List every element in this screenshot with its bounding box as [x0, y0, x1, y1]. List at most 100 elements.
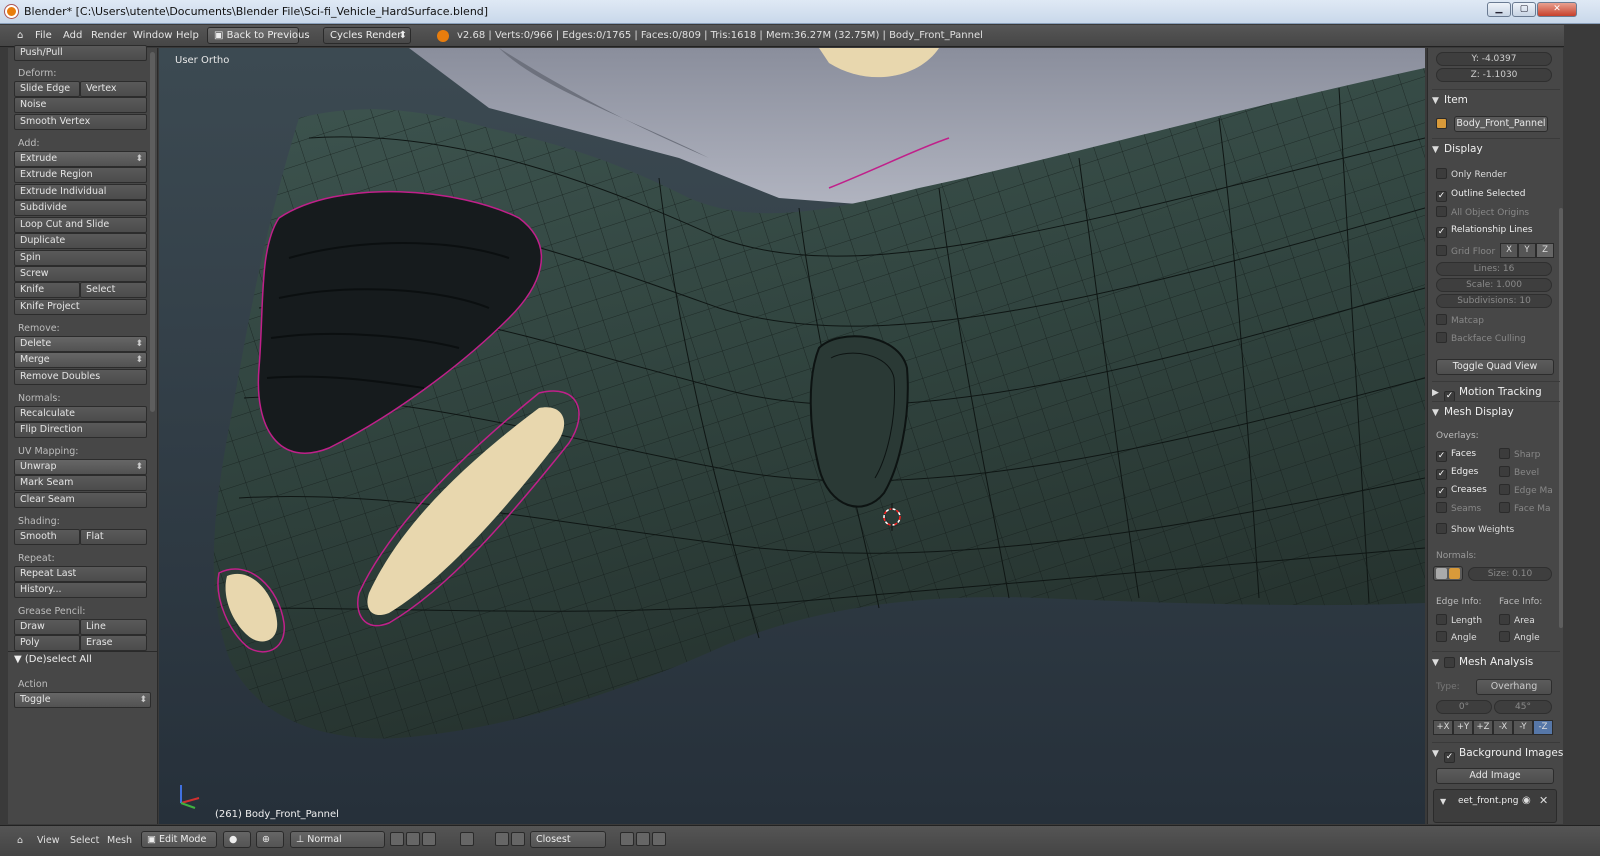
toggle-quad-view-button[interactable]: Toggle Quad View: [1436, 359, 1554, 375]
merge-dropdown[interactable]: Merge: [14, 352, 147, 368]
delete-dropdown[interactable]: Delete: [14, 336, 147, 352]
menu-window[interactable]: Window: [133, 30, 172, 41]
history-button[interactable]: History...: [14, 582, 147, 598]
menu-select[interactable]: Select: [70, 835, 99, 846]
analysis-type-dropdown[interactable]: Overhang: [1476, 679, 1552, 695]
face-angle-checkbox[interactable]: Angle: [1499, 631, 1540, 644]
push-pull-button[interactable]: Push/Pull: [14, 45, 147, 61]
mesh-display-header[interactable]: ▼ Mesh Display: [1432, 401, 1560, 421]
menu-file[interactable]: File: [35, 30, 52, 41]
editor-type-icon[interactable]: ⌂: [17, 30, 23, 41]
axis-plus-z[interactable]: +Z: [1473, 720, 1493, 735]
matcap-checkbox[interactable]: Matcap: [1436, 314, 1484, 327]
overhang-min-field[interactable]: 0°: [1436, 700, 1492, 714]
grid-scale-field[interactable]: Scale: 1.000: [1436, 278, 1552, 292]
backface-culling-checkbox[interactable]: Backface Culling: [1436, 332, 1526, 345]
knife-button[interactable]: Knife: [14, 282, 80, 298]
snap-target-dropdown[interactable]: Closest: [530, 831, 606, 848]
grid-lines-field[interactable]: Lines: 16: [1436, 262, 1552, 276]
object-name-field[interactable]: Body_Front_Pannel: [1454, 116, 1548, 132]
mode-dropdown[interactable]: ▣ Edit Mode: [141, 831, 217, 848]
flip-direction-button[interactable]: Flip Direction: [14, 422, 147, 438]
render-engine-select[interactable]: Cycles Render ⬍: [323, 27, 411, 44]
faces-checkbox[interactable]: ✓ Faces: [1436, 448, 1476, 462]
area-checkbox[interactable]: Area: [1499, 614, 1535, 627]
maximize-icon[interactable]: ▢: [1512, 2, 1536, 17]
face-marks-checkbox[interactable]: Face Ma: [1499, 502, 1551, 515]
close-icon[interactable]: ✕: [1539, 794, 1548, 807]
menu-add[interactable]: Add: [63, 30, 82, 41]
normal-size-field[interactable]: Size: 0.10: [1468, 567, 1552, 581]
background-images-header[interactable]: ▼ ✓ Background Images: [1432, 742, 1563, 763]
menu-help[interactable]: Help: [176, 30, 199, 41]
recalculate-button[interactable]: Recalculate: [14, 406, 147, 422]
all-object-origins-checkbox[interactable]: All Object Origins: [1436, 206, 1529, 219]
eye-icon[interactable]: ◉: [1522, 795, 1531, 806]
remove-doubles-button[interactable]: Remove Doubles: [14, 369, 147, 385]
grease-line-button[interactable]: Line: [80, 619, 147, 635]
3d-viewport[interactable]: User Ortho (261) Body_Front_Pannel: [159, 48, 1425, 824]
overhang-max-field[interactable]: 45°: [1494, 700, 1552, 714]
operator-panel-header[interactable]: ▼ (De)select All: [14, 654, 92, 665]
snap-element-icon[interactable]: [511, 832, 525, 846]
loop-cut-button[interactable]: Loop Cut and Slide: [14, 217, 147, 233]
tool-shelf-scrollbar[interactable]: [150, 52, 155, 412]
location-z-field[interactable]: Z: -1.1030: [1436, 68, 1552, 82]
axis-y-toggle[interactable]: Y: [1518, 243, 1536, 258]
vertex-select-icon[interactable]: [390, 832, 404, 846]
outline-selected-checkbox[interactable]: ✓ Outline Selected: [1436, 188, 1525, 202]
vertex-normal-icon[interactable]: [1436, 568, 1447, 579]
item-panel-header[interactable]: ▼ Item: [1432, 89, 1560, 109]
close-icon[interactable]: ✕: [1537, 2, 1577, 17]
axis-z-toggle[interactable]: Z: [1536, 243, 1554, 258]
normals-toggles[interactable]: [1433, 566, 1463, 581]
menu-view[interactable]: View: [37, 835, 60, 846]
action-dropdown[interactable]: Toggle: [14, 692, 151, 708]
face-normal-icon[interactable]: [1449, 568, 1460, 579]
smooth-shading-button[interactable]: Smooth: [14, 529, 80, 545]
grease-draw-button[interactable]: Draw: [14, 619, 80, 635]
mark-seam-button[interactable]: Mark Seam: [14, 475, 147, 491]
spin-button[interactable]: Spin: [14, 250, 147, 266]
collapse-triangle-icon[interactable]: ▼: [1440, 797, 1446, 806]
menu-render[interactable]: Render: [91, 30, 127, 41]
proportional-edit-icon[interactable]: [460, 832, 474, 846]
relationship-lines-checkbox[interactable]: ✓ Relationship Lines: [1436, 224, 1533, 238]
axis-minus-y[interactable]: -Y: [1513, 720, 1533, 735]
add-image-button[interactable]: Add Image: [1436, 768, 1554, 784]
knife-select-button[interactable]: Select: [80, 282, 147, 298]
noise-button[interactable]: Noise: [14, 97, 147, 113]
repeat-last-button[interactable]: Repeat Last: [14, 566, 147, 582]
seams-checkbox[interactable]: Seams: [1436, 502, 1481, 515]
grease-erase-button[interactable]: Erase: [80, 635, 147, 651]
slide-vertex-button[interactable]: Vertex: [80, 81, 147, 97]
edge-angle-checkbox[interactable]: Angle: [1436, 631, 1477, 644]
editor-type-icon[interactable]: ⌂: [17, 835, 23, 846]
axis-plus-x[interactable]: +X: [1433, 720, 1453, 735]
minimize-icon[interactable]: ▁: [1487, 2, 1511, 17]
sharp-checkbox[interactable]: Sharp: [1499, 448, 1540, 461]
axis-x-toggle[interactable]: X: [1500, 243, 1518, 258]
subdivide-button[interactable]: Subdivide: [14, 200, 147, 216]
mesh-analysis-header[interactable]: ▼ Mesh Analysis: [1432, 651, 1560, 671]
bevel-checkbox[interactable]: Bevel: [1499, 466, 1539, 479]
grid-subdivisions-field[interactable]: Subdivisions: 10: [1436, 294, 1552, 308]
duplicate-button[interactable]: Duplicate: [14, 233, 147, 249]
only-render-checkbox[interactable]: Only Render: [1436, 168, 1507, 181]
length-checkbox[interactable]: Length: [1436, 614, 1482, 627]
creases-checkbox[interactable]: ✓ Creases: [1436, 484, 1487, 498]
location-y-field[interactable]: Y: -4.0397: [1436, 52, 1552, 66]
smooth-vertex-button[interactable]: Smooth Vertex: [14, 114, 147, 130]
axis-minus-x[interactable]: -X: [1493, 720, 1513, 735]
orientation-dropdown[interactable]: ⊥ Normal: [290, 831, 385, 848]
slide-edge-button[interactable]: Slide Edge: [14, 81, 80, 97]
back-to-previous-button[interactable]: ▣ Back to Previous: [207, 27, 310, 44]
pivot-dropdown[interactable]: ⊕: [256, 831, 284, 848]
flat-shading-button[interactable]: Flat: [80, 529, 147, 545]
screw-button[interactable]: Screw: [14, 266, 147, 282]
grease-poly-button[interactable]: Poly: [14, 635, 80, 651]
edge-marks-checkbox[interactable]: Edge Ma: [1499, 484, 1553, 497]
camera-icon[interactable]: [652, 832, 666, 846]
unwrap-dropdown[interactable]: Unwrap: [14, 459, 147, 475]
render-preview-icon[interactable]: [620, 832, 634, 846]
